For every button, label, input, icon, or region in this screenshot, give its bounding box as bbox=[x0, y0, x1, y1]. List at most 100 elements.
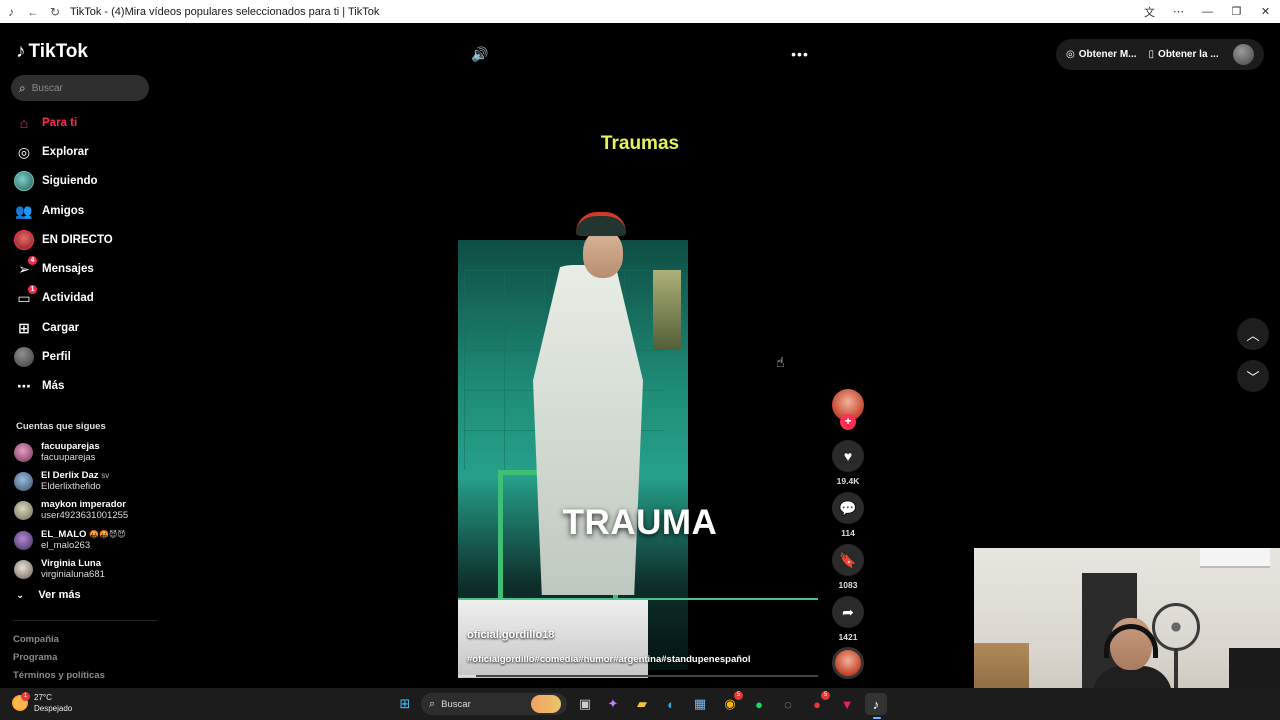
weather-widget[interactable]: 1 27°C Despejado bbox=[12, 692, 72, 714]
account-avatar bbox=[14, 530, 33, 550]
weather-condition: Despejado bbox=[34, 704, 73, 713]
friends-icon: 👥 bbox=[15, 202, 33, 219]
browser-title-bar: ♪ ← ↻ TikTok - (4)Mira vídeos populares … bbox=[0, 0, 1280, 23]
sidebar-item-perfil[interactable]: Perfil bbox=[14, 346, 154, 368]
taskbar-search-label: Buscar bbox=[441, 698, 471, 710]
profile-avatar-icon bbox=[14, 347, 34, 367]
store-icon[interactable]: ▦ bbox=[689, 693, 711, 715]
get-coins-button[interactable]: ◎ Obtener M... bbox=[1066, 49, 1137, 60]
edge-icon[interactable]: ◐ bbox=[660, 693, 682, 715]
sidebar-item-actividad[interactable]: ▭ 1 Actividad bbox=[14, 285, 154, 309]
sidebar-item-label: Más bbox=[42, 380, 65, 392]
account-handle: user4923631001255 bbox=[41, 510, 129, 521]
sidebar-item-mas[interactable]: ⋯ Más bbox=[14, 375, 154, 397]
coin-icon: ◎ bbox=[1066, 49, 1075, 60]
user-avatar[interactable] bbox=[1233, 44, 1254, 65]
sidebar-item-label: Explorar bbox=[42, 146, 89, 158]
account-avatar bbox=[14, 471, 33, 491]
save-button[interactable]: 🔖 bbox=[832, 544, 864, 576]
windows-start-icon[interactable]: ⊞ bbox=[394, 693, 416, 715]
volume-icon[interactable]: 🔊 bbox=[470, 44, 490, 64]
video-progress-fill bbox=[458, 675, 476, 677]
footer-link-terms[interactable]: Términos y políticas bbox=[13, 670, 105, 681]
app-icon[interactable]: ◌ bbox=[777, 693, 799, 715]
translate-icon[interactable]: 文 bbox=[1135, 0, 1164, 23]
reload-icon[interactable]: ↻ bbox=[44, 0, 66, 23]
previous-video-button[interactable]: ︿ bbox=[1237, 318, 1269, 350]
sidebar-item-siguiendo[interactable]: Siguiendo bbox=[14, 170, 154, 192]
comment-count: 114 bbox=[841, 528, 855, 538]
heart-icon: ♥ bbox=[843, 448, 853, 464]
share-button[interactable]: ➦ bbox=[832, 596, 864, 628]
sidebar: ♪ TikTok ⌕ ⌂ Para ti ◎ Explorar Siguiend… bbox=[0, 23, 160, 688]
chevron-down-icon: ﹀ bbox=[1246, 369, 1260, 385]
followed-account[interactable]: maykon imperador user4923631001255 bbox=[14, 497, 154, 523]
sidebar-item-amigos[interactable]: 👥 Amigos bbox=[14, 200, 154, 222]
account-name-emojis: 🤬🤬😈😈 bbox=[89, 530, 126, 539]
account-name-suffix: sv bbox=[101, 471, 110, 480]
account-avatar bbox=[14, 442, 33, 462]
more-options-icon[interactable]: ••• bbox=[788, 44, 812, 64]
comment-button[interactable]: 💬 bbox=[832, 492, 864, 524]
hand-cursor-icon: ☝ bbox=[776, 354, 785, 370]
app-red-icon[interactable]: ● 5 bbox=[806, 691, 830, 715]
sidebar-item-en-directo[interactable]: EN DIRECTO bbox=[14, 229, 154, 251]
copilot-icon[interactable]: ✦ bbox=[602, 693, 624, 715]
like-button[interactable]: ♥ bbox=[832, 440, 864, 472]
see-more-button[interactable]: ⌄ Ver más bbox=[16, 589, 81, 601]
followed-account[interactable]: El Derlix Daz sv Elderlixthefido bbox=[14, 468, 154, 494]
bookmark-icon: 🔖 bbox=[839, 551, 857, 568]
see-more-label: Ver más bbox=[38, 589, 81, 601]
inbox-icon: ▭ 1 bbox=[14, 285, 37, 308]
search-box[interactable]: ⌕ bbox=[11, 75, 149, 101]
account-name: El Derlix Daz bbox=[41, 470, 99, 481]
video-progress-bar[interactable] bbox=[458, 675, 818, 677]
sidebar-item-label: Cargar bbox=[42, 322, 80, 334]
following-section-title: Cuentas que sigues bbox=[16, 421, 106, 432]
close-icon[interactable]: ✕ bbox=[1251, 0, 1280, 23]
footer-link-program[interactable]: Programa bbox=[13, 652, 57, 663]
chevron-down-icon: ⌄ bbox=[16, 589, 25, 601]
task-view-icon[interactable]: ▣ bbox=[574, 693, 596, 715]
next-video-button[interactable]: ﹀ bbox=[1237, 360, 1269, 392]
chrome-icon[interactable]: ◉ 5 bbox=[719, 691, 743, 715]
search-input[interactable] bbox=[31, 82, 132, 94]
video-player[interactable]: TRAUMA oficial.gordillo18 #oficialgordil… bbox=[458, 210, 818, 678]
back-icon[interactable]: ← bbox=[22, 0, 44, 23]
get-app-button[interactable]: ▯ Obtener la ... bbox=[1149, 49, 1219, 60]
account-name: Virginia Luna bbox=[41, 558, 102, 569]
tiktok-taskbar-icon[interactable]: ♪ bbox=[865, 693, 887, 719]
sidebar-item-label: Mensajes bbox=[42, 263, 94, 275]
tiktok-note-icon: ♪ bbox=[16, 41, 26, 62]
chrome-badge: 5 bbox=[734, 691, 743, 700]
followed-account[interactable]: facuuparejas facuuparejas bbox=[14, 439, 154, 465]
followed-account[interactable]: EL_MALO 🤬🤬😈😈 el_malo263 bbox=[14, 527, 154, 553]
restore-icon[interactable]: ❐ bbox=[1222, 0, 1251, 23]
tab-title: TikTok - (4)Mira vídeos populares selecc… bbox=[70, 5, 380, 18]
video-author[interactable]: oficial.gordillo18 bbox=[467, 629, 554, 641]
browser-menu-icon[interactable]: ⋯ bbox=[1164, 0, 1193, 23]
followed-account[interactable]: Virginia Luna virginialuna681 bbox=[14, 556, 154, 582]
sidebar-item-explorar[interactable]: ◎ Explorar bbox=[14, 141, 154, 163]
video-title: Traumas bbox=[600, 133, 680, 154]
minimize-icon[interactable]: — bbox=[1193, 0, 1222, 23]
footer-link-company[interactable]: Compañía bbox=[13, 634, 59, 645]
tiktok-logo[interactable]: ♪ TikTok bbox=[16, 41, 88, 63]
taskbar-search[interactable]: ⌕ Buscar bbox=[421, 693, 567, 715]
sun-icon: 1 bbox=[12, 692, 30, 711]
share-arrow-icon: ➦ bbox=[842, 603, 854, 620]
spotify-icon[interactable]: ● bbox=[748, 693, 770, 715]
music-disc[interactable] bbox=[832, 647, 864, 679]
following-avatar-icon bbox=[14, 171, 34, 191]
account-name: EL_MALO bbox=[41, 529, 87, 540]
pocket-icon[interactable]: ▼ bbox=[836, 693, 858, 715]
sidebar-divider bbox=[12, 620, 158, 621]
video-hashtags[interactable]: #oficialgordillo#comedia#humor#argentina… bbox=[467, 654, 750, 665]
sidebar-item-mensajes[interactable]: ➢ 4 Mensajes bbox=[14, 256, 154, 280]
sidebar-item-para-ti[interactable]: ⌂ Para ti bbox=[14, 112, 154, 134]
sidebar-item-cargar[interactable]: ⊞ Cargar bbox=[14, 317, 154, 339]
file-explorer-icon[interactable]: ▰ bbox=[631, 693, 653, 715]
sidebar-item-label: Para ti bbox=[42, 117, 78, 129]
account-name: maykon imperador bbox=[41, 499, 126, 510]
follow-plus-icon[interactable]: + bbox=[840, 414, 856, 430]
